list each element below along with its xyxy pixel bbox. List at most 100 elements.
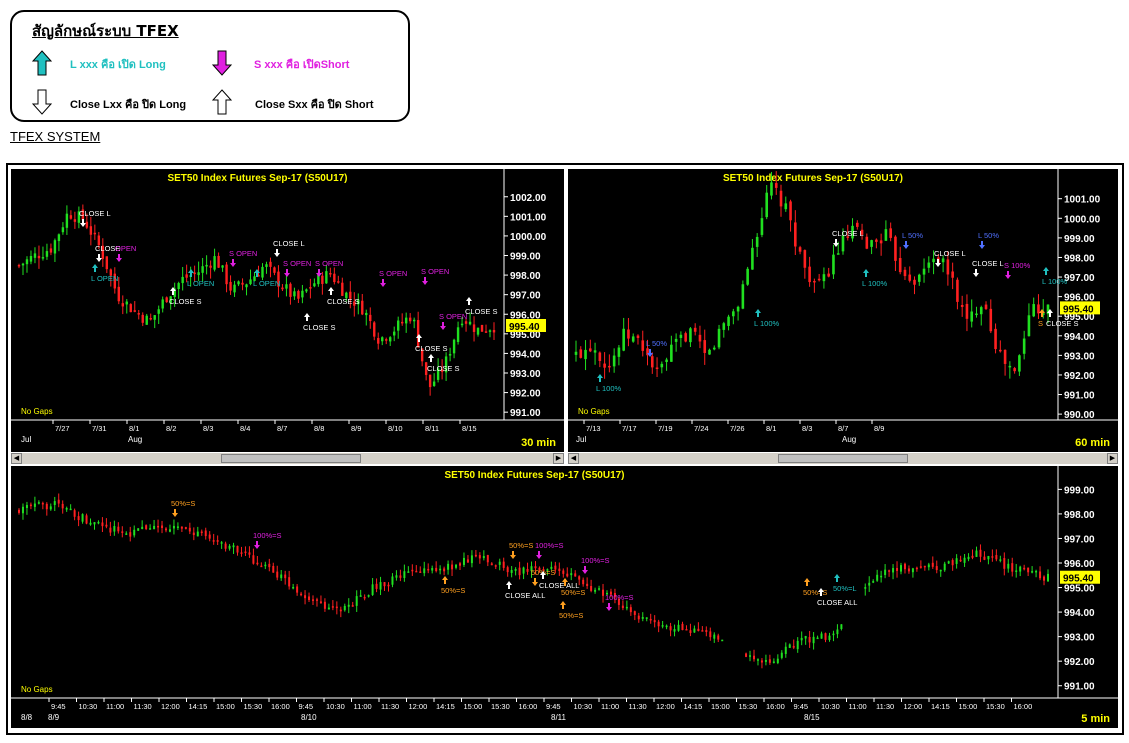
signal-label: 100%=S xyxy=(581,556,610,565)
y-tick-label: 997.00 xyxy=(510,291,541,302)
candle-body xyxy=(566,573,569,577)
signal-down-arrow-icon xyxy=(973,269,979,277)
candle-body xyxy=(803,250,807,268)
candle-body xyxy=(304,595,307,599)
scroll-right-button[interactable]: ▶ xyxy=(1107,453,1118,464)
y-tick-label: 1001.00 xyxy=(510,212,547,223)
signal-marker: L 100% xyxy=(754,309,779,328)
candle-body xyxy=(308,596,311,600)
chart-title: SET50 Index Futures Sep-17 (S50U17) xyxy=(167,173,347,184)
x-tick-label: 11:00 xyxy=(106,702,124,711)
candle-body xyxy=(269,261,272,267)
candle-body xyxy=(670,344,673,362)
candle-body xyxy=(526,568,529,572)
signal-label: S OPEN xyxy=(379,269,407,278)
signal-label: CLOSE ALL xyxy=(817,598,857,607)
scroll-left-button[interactable]: ◀ xyxy=(568,453,579,464)
candle-body xyxy=(1043,576,1046,581)
candle-body xyxy=(41,502,44,505)
signal-marker: 50%=S xyxy=(441,576,465,595)
scrollbar-30min[interactable]: ◀ ▶ xyxy=(11,452,564,464)
candle-body xyxy=(456,327,460,342)
candle-body xyxy=(594,589,597,592)
candle-body xyxy=(393,331,396,336)
candle-body xyxy=(93,522,96,525)
candle-body xyxy=(61,503,64,509)
candle-body xyxy=(369,314,372,322)
y-tick-label: 995.00 xyxy=(1064,584,1095,595)
candle-body xyxy=(751,247,754,270)
signal-down-arrow-icon xyxy=(80,219,86,227)
signal-marker: OPEN xyxy=(115,244,136,262)
y-tick-label: 996.00 xyxy=(1064,559,1095,570)
scroll-right-button[interactable]: ▶ xyxy=(553,453,564,464)
candle-body xyxy=(772,661,775,663)
candle-body xyxy=(627,329,630,339)
scroll-thumb[interactable] xyxy=(778,454,908,463)
signal-marker: L OPEN xyxy=(91,264,118,283)
scroll-thumb[interactable] xyxy=(221,454,361,463)
signal-label: OPEN xyxy=(115,244,136,253)
price-label: 995.40 xyxy=(509,322,540,333)
candle-body xyxy=(359,595,362,597)
no-gaps-label: No Gaps xyxy=(21,685,53,694)
candle-body xyxy=(113,526,116,532)
candle-body xyxy=(373,322,376,337)
candle-body xyxy=(25,505,28,508)
candle-body xyxy=(870,240,873,247)
candle-body xyxy=(285,284,288,289)
signal-down-arrow-icon xyxy=(536,551,542,559)
candle-body xyxy=(188,527,191,532)
candle-body xyxy=(237,281,240,285)
candle-body xyxy=(49,248,53,253)
signal-marker: S OPEN xyxy=(229,249,257,267)
x-tick-label: 8/1 xyxy=(766,424,776,433)
candle-body xyxy=(443,568,446,572)
x-tick-label: 10:30 xyxy=(574,702,593,711)
candle-body xyxy=(760,660,763,663)
candle-body xyxy=(800,637,803,641)
scroll-left-button[interactable]: ◀ xyxy=(11,453,22,464)
candle-body xyxy=(832,633,835,636)
x-tick-label: 10:30 xyxy=(79,702,98,711)
candle-body xyxy=(898,258,902,273)
signal-down-arrow-icon xyxy=(274,249,280,257)
candle-body xyxy=(677,624,680,631)
signal-label: L 100% xyxy=(1042,277,1067,286)
candle-body xyxy=(506,567,509,573)
candle-body xyxy=(661,625,664,627)
candle-body xyxy=(894,236,897,261)
scrollbar-60min[interactable]: ◀ ▶ xyxy=(568,452,1118,464)
candle-body xyxy=(61,227,65,233)
signal-up-arrow-icon xyxy=(428,354,434,362)
legend-title: สัญลักษณ์ระบบ TFEX xyxy=(32,22,179,40)
candle-body xyxy=(89,226,93,235)
signal-label: CLOSE L xyxy=(79,209,111,218)
candle-body xyxy=(603,363,606,368)
candle-body xyxy=(57,499,60,504)
signal-label: L 100% xyxy=(596,384,621,393)
candle-body xyxy=(817,278,821,281)
x-tick-label: 12:00 xyxy=(904,702,923,711)
candle-body xyxy=(217,255,220,268)
candle-body xyxy=(289,283,292,297)
candle-body xyxy=(201,266,204,273)
legend-close-short: Close Sxx คือ ปิด Short xyxy=(255,99,374,111)
candle-body xyxy=(256,562,259,565)
candle-body xyxy=(305,289,308,292)
candle-body xyxy=(693,327,697,332)
candle-body xyxy=(798,247,802,252)
candle-body xyxy=(265,264,268,267)
candle-body xyxy=(435,567,438,572)
candle-body xyxy=(361,300,364,315)
candle-body xyxy=(760,218,764,235)
candle-body xyxy=(209,265,212,268)
candle-body xyxy=(637,615,640,620)
signal-label: S xyxy=(1038,319,1043,328)
candle-body xyxy=(1018,355,1021,372)
candle-body xyxy=(650,356,654,368)
candle-body xyxy=(903,563,906,570)
candle-body xyxy=(808,637,811,643)
candle-body xyxy=(297,290,300,299)
candle-body xyxy=(161,525,164,529)
